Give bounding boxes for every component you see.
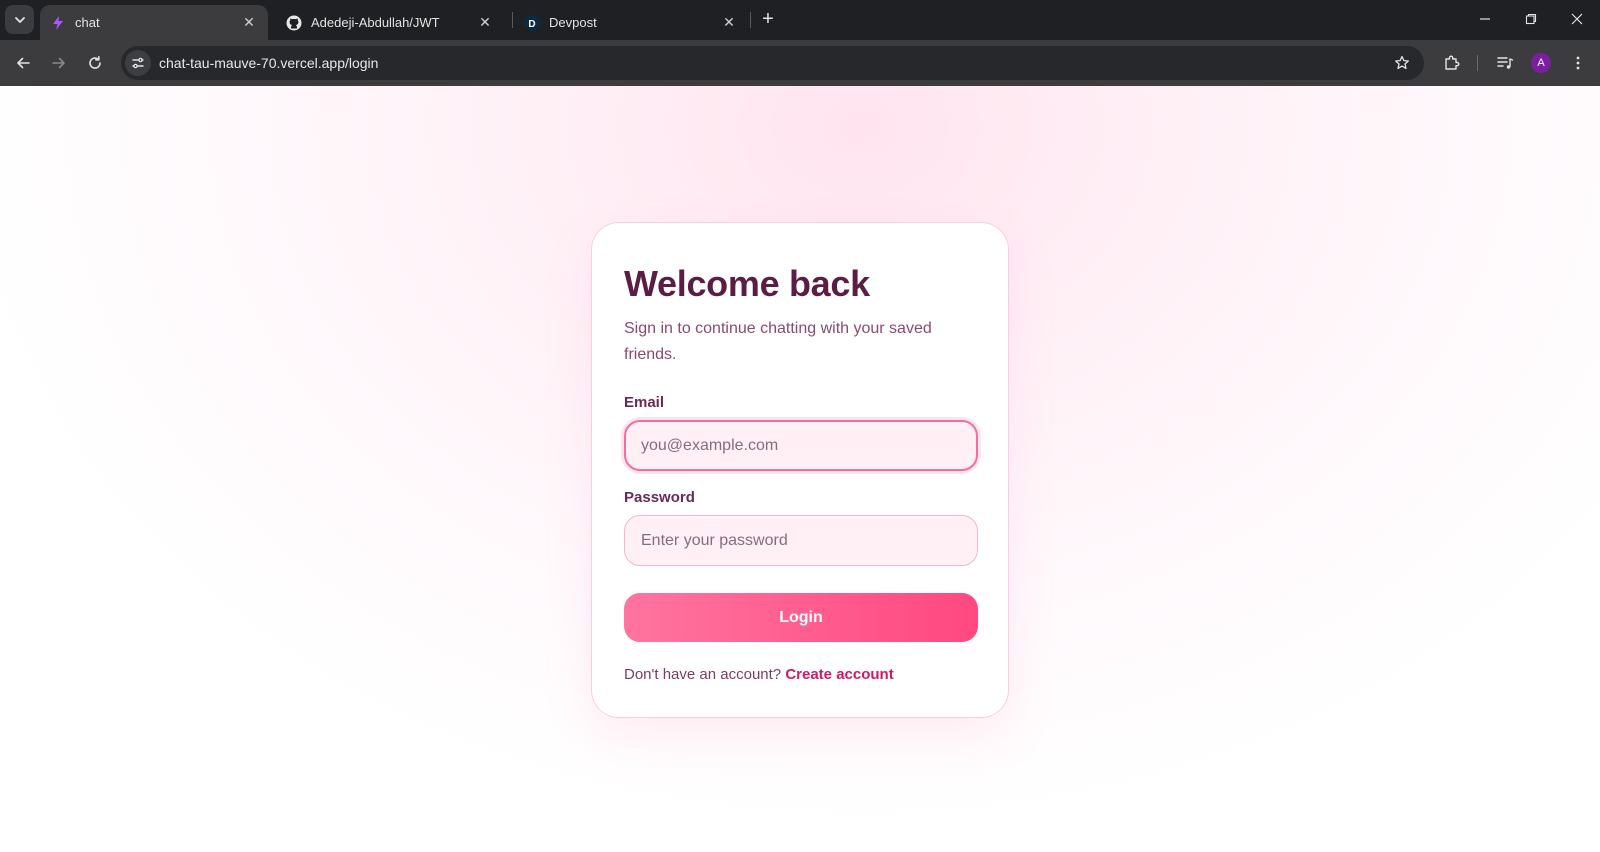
page-subtitle: Sign in to continue chatting with your s… [624,320,932,363]
create-account-link[interactable]: Create account [785,666,893,683]
close-icon[interactable]: ✕ [720,14,738,32]
more-menu-icon[interactable] [1566,51,1590,75]
tab-title: Adedeji-Abdullah/JWT [311,15,440,30]
signup-prompt-text: Don't have an account? [624,666,782,683]
extensions-icon[interactable] [1440,51,1464,75]
tab-chat[interactable]: chat ✕ [40,5,268,40]
password-label: Password [624,489,695,506]
tab-title: Devpost [549,15,597,30]
signup-prompt: Don't have an account? Create account [624,666,894,683]
login-button[interactable]: Login [624,593,978,642]
minimize-icon[interactable] [1474,8,1496,30]
tab-search-button[interactable] [5,5,34,34]
forward-icon[interactable] [47,51,71,75]
toolbar-divider [1477,55,1478,71]
bolt-icon [50,15,66,31]
back-icon[interactable] [11,51,35,75]
profile-avatar[interactable]: A [1531,53,1551,73]
github-icon [286,15,302,31]
browser-toolbar: chat-tau-mauve-70.vercel.app/login A [0,40,1600,86]
svg-text:D: D [528,19,535,30]
bookmark-star-icon[interactable] [1392,53,1412,73]
tab-title: chat [75,15,100,30]
restore-icon[interactable] [1520,8,1542,30]
chevron-down-icon [14,16,25,23]
close-window-icon[interactable] [1566,8,1588,30]
page-viewport: Welcome back Sign in to continue chattin… [0,86,1600,852]
email-label: Email [624,394,665,411]
browser-tabstrip: chat ✕ Adedeji-Abdullah/JWT ✕ D Devpost … [0,0,1600,40]
devpost-icon: D [524,14,540,31]
page-title: Welcome back [624,263,870,304]
login-card: Welcome back Sign in to continue chattin… [591,222,1009,718]
address-bar[interactable]: chat-tau-mauve-70.vercel.app/login [121,46,1424,80]
new-tab-button[interactable]: + [758,9,778,29]
close-icon[interactable]: ✕ [240,14,258,32]
tab-separator [512,12,513,28]
password-input[interactable] [624,515,978,566]
media-control-icon[interactable] [1493,51,1517,75]
tab-devpost[interactable]: D Devpost ✕ [514,5,748,40]
tab-separator [750,12,751,28]
site-info-icon[interactable] [125,50,151,76]
url-text[interactable]: chat-tau-mauve-70.vercel.app/login [159,55,378,71]
reload-icon[interactable] [83,51,107,75]
tab-github[interactable]: Adedeji-Abdullah/JWT ✕ [276,5,504,40]
email-input[interactable] [624,420,978,471]
close-icon[interactable]: ✕ [476,14,494,32]
